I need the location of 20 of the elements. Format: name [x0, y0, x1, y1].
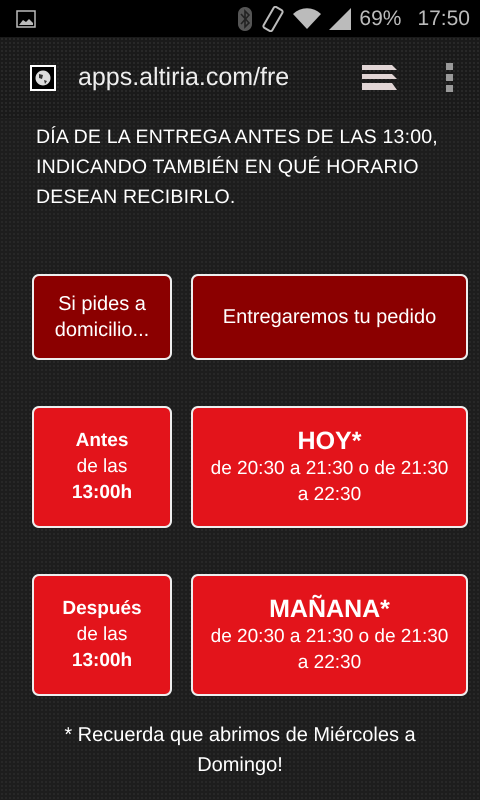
battery-percentage: 69%	[359, 6, 402, 32]
overflow-menu-icon[interactable]	[446, 62, 454, 92]
signal-icon	[329, 8, 352, 30]
day-title: HOY*	[298, 426, 362, 456]
clock: 17:50	[417, 6, 470, 32]
wifi-icon	[293, 8, 322, 30]
time-condition: Antes de las 13:00h	[32, 406, 172, 528]
globe-icon[interactable]	[30, 64, 56, 90]
intro-label: Si pides a domicilio...	[32, 274, 172, 360]
note-text: * Recuerda que abrimos de Miércoles a Domingo!	[63, 723, 417, 778]
heading-label: Entregaremos tu pedido	[191, 274, 468, 360]
time-condition: Después de las 13:00h	[32, 574, 172, 696]
intro-text: DÍA DE LA ENTREGA ANTES DE LAS 13:00, INDICANDO TAMBIÉN EN QUÉ HORARIO DESEAN RECIBIRLO.	[35, 125, 439, 210]
time-slots: de 20:30 a 21:30 o de 21:30 a 22:30	[209, 456, 450, 508]
tabs-icon[interactable]	[362, 64, 398, 92]
image-icon	[16, 10, 36, 28]
bluetooth-icon	[237, 6, 254, 32]
time-slots: de 20:30 a 21:30 o de 21:30 a 22:30	[209, 624, 450, 676]
screen-rotation-icon	[261, 6, 286, 32]
day-title: MAÑANA*	[269, 594, 390, 624]
